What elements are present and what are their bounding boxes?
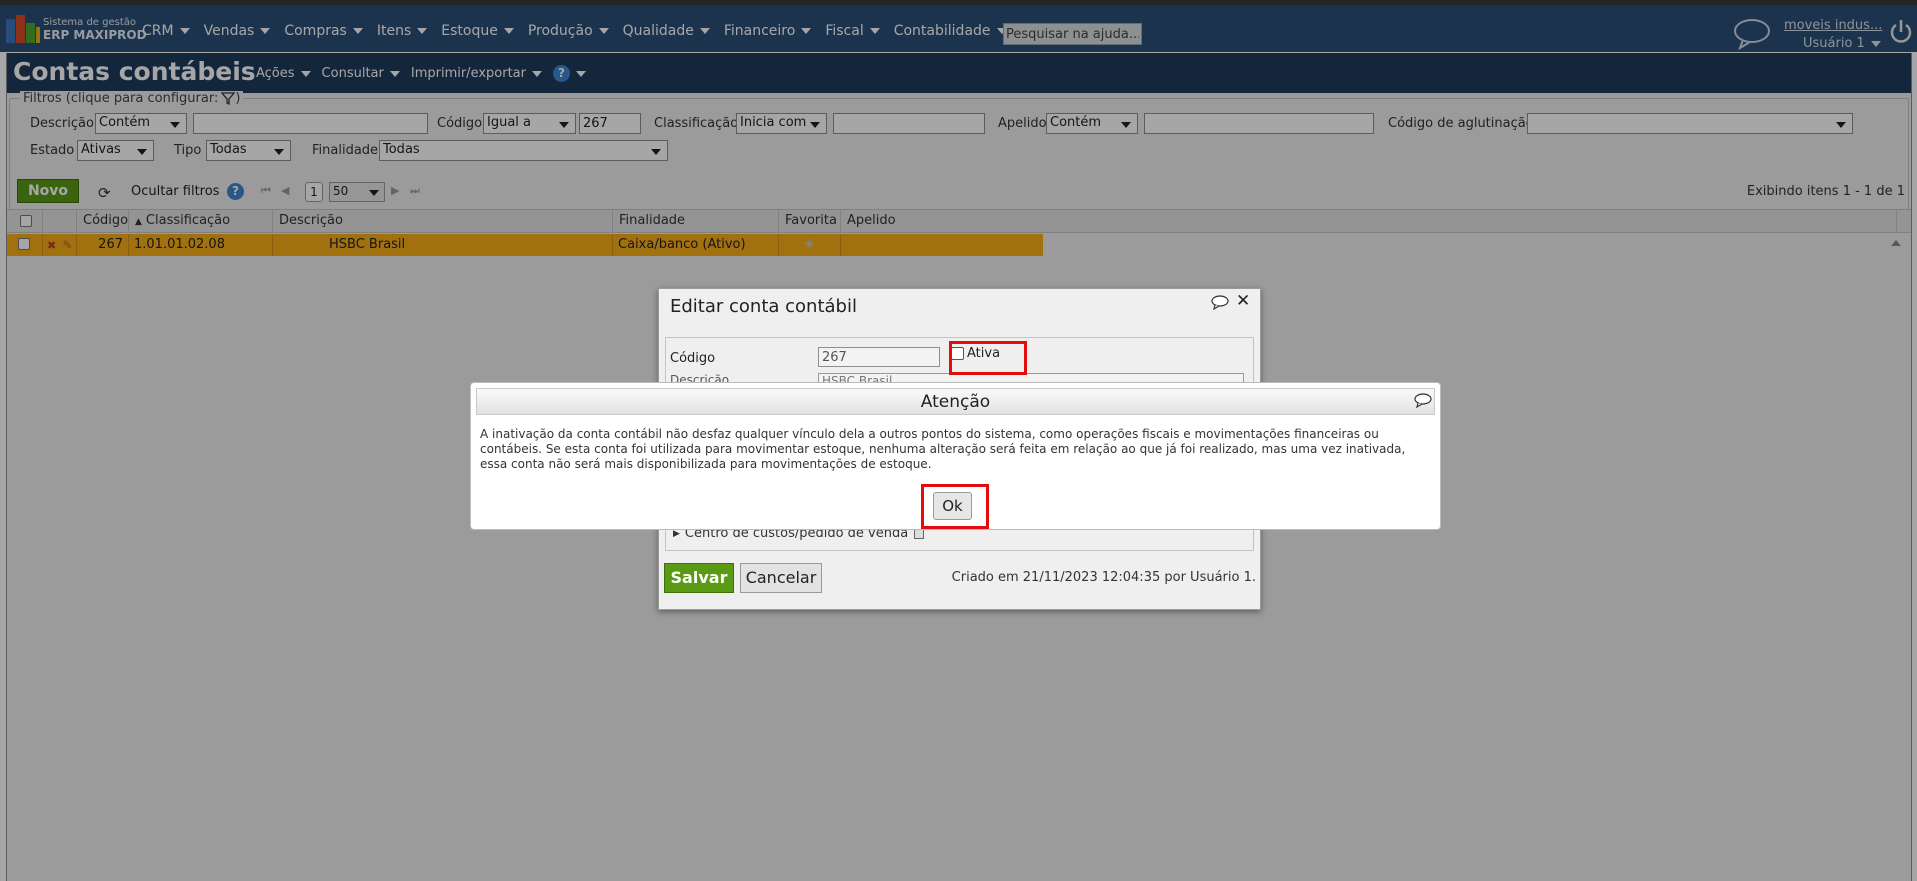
codigo-field[interactable] — [818, 347, 940, 367]
alert-title: Atenção — [920, 392, 991, 412]
save-button[interactable]: Salvar — [664, 563, 734, 593]
chat-icon[interactable] — [1211, 295, 1229, 310]
cancel-button[interactable]: Cancelar — [740, 563, 822, 593]
edit-dialog-title: Editar conta contábil — [670, 296, 857, 317]
alert-message: A inativação da conta contábil não desfa… — [480, 427, 1406, 471]
codigo-label: Código — [670, 351, 716, 366]
expand-arrow-icon: ▶ — [673, 528, 680, 539]
created-info: Criado em 21/11/2023 12:04:35 por Usuári… — [951, 570, 1256, 585]
close-icon[interactable]: ✕ — [1236, 291, 1250, 311]
ok-highlight-box — [921, 484, 989, 529]
chat-icon[interactable] — [1414, 393, 1432, 408]
alert-header: Atenção — [476, 388, 1435, 415]
ativa-highlight-box — [949, 341, 1027, 375]
